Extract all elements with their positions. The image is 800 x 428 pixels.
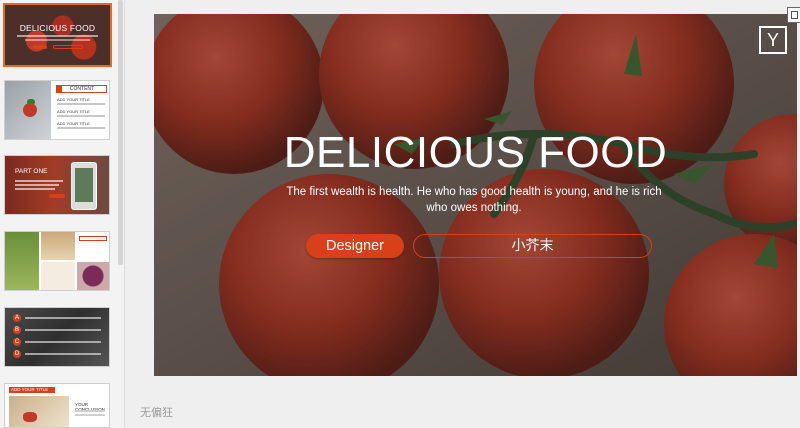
main-slide[interactable]: DELICIOUS FOOD The first wealth is healt…	[154, 14, 797, 376]
designer-button[interactable]: Designer	[306, 234, 404, 258]
phone-image	[71, 162, 97, 210]
slide-subtitle[interactable]: The first wealth is health. He who has g…	[284, 184, 664, 216]
slide-thumbnail-4[interactable]	[4, 231, 110, 291]
designer-name-field[interactable]: 小芥末	[413, 234, 652, 258]
y-logo-badge: Y	[759, 26, 787, 54]
slide-thumbnail-2[interactable]: CONTENT ADD YOUR TITLE ADD YOUR TITLE AD…	[4, 80, 110, 140]
food-image	[9, 396, 69, 427]
onion-image	[77, 262, 109, 290]
slide-thumbnail-5[interactable]: A B C D	[4, 307, 110, 367]
watermark-text: 无偏狂	[140, 406, 173, 419]
sidebar-scrollbar[interactable]	[118, 0, 123, 265]
thumb-header: CONTENT	[56, 85, 107, 93]
slide-thumbnail-6[interactable]: ADD YOUR TITLE YOUR CONCLUSION	[4, 383, 110, 428]
tomato-image	[23, 103, 37, 117]
panel-toggle-icon[interactable]	[787, 7, 800, 23]
slide-thumbnail-3[interactable]: PART ONE	[4, 155, 110, 215]
slide-title[interactable]: DELICIOUS FOOD	[154, 128, 797, 178]
slide-thumbnail-1[interactable]: DELICIOUS FOOD	[3, 3, 112, 67]
slide-thumbnail-panel[interactable]: DELICIOUS FOOD CONTENT ADD YOUR TITLE AD…	[0, 0, 125, 428]
thumb-title: DELICIOUS FOOD	[19, 23, 96, 33]
celery-image	[5, 232, 39, 290]
